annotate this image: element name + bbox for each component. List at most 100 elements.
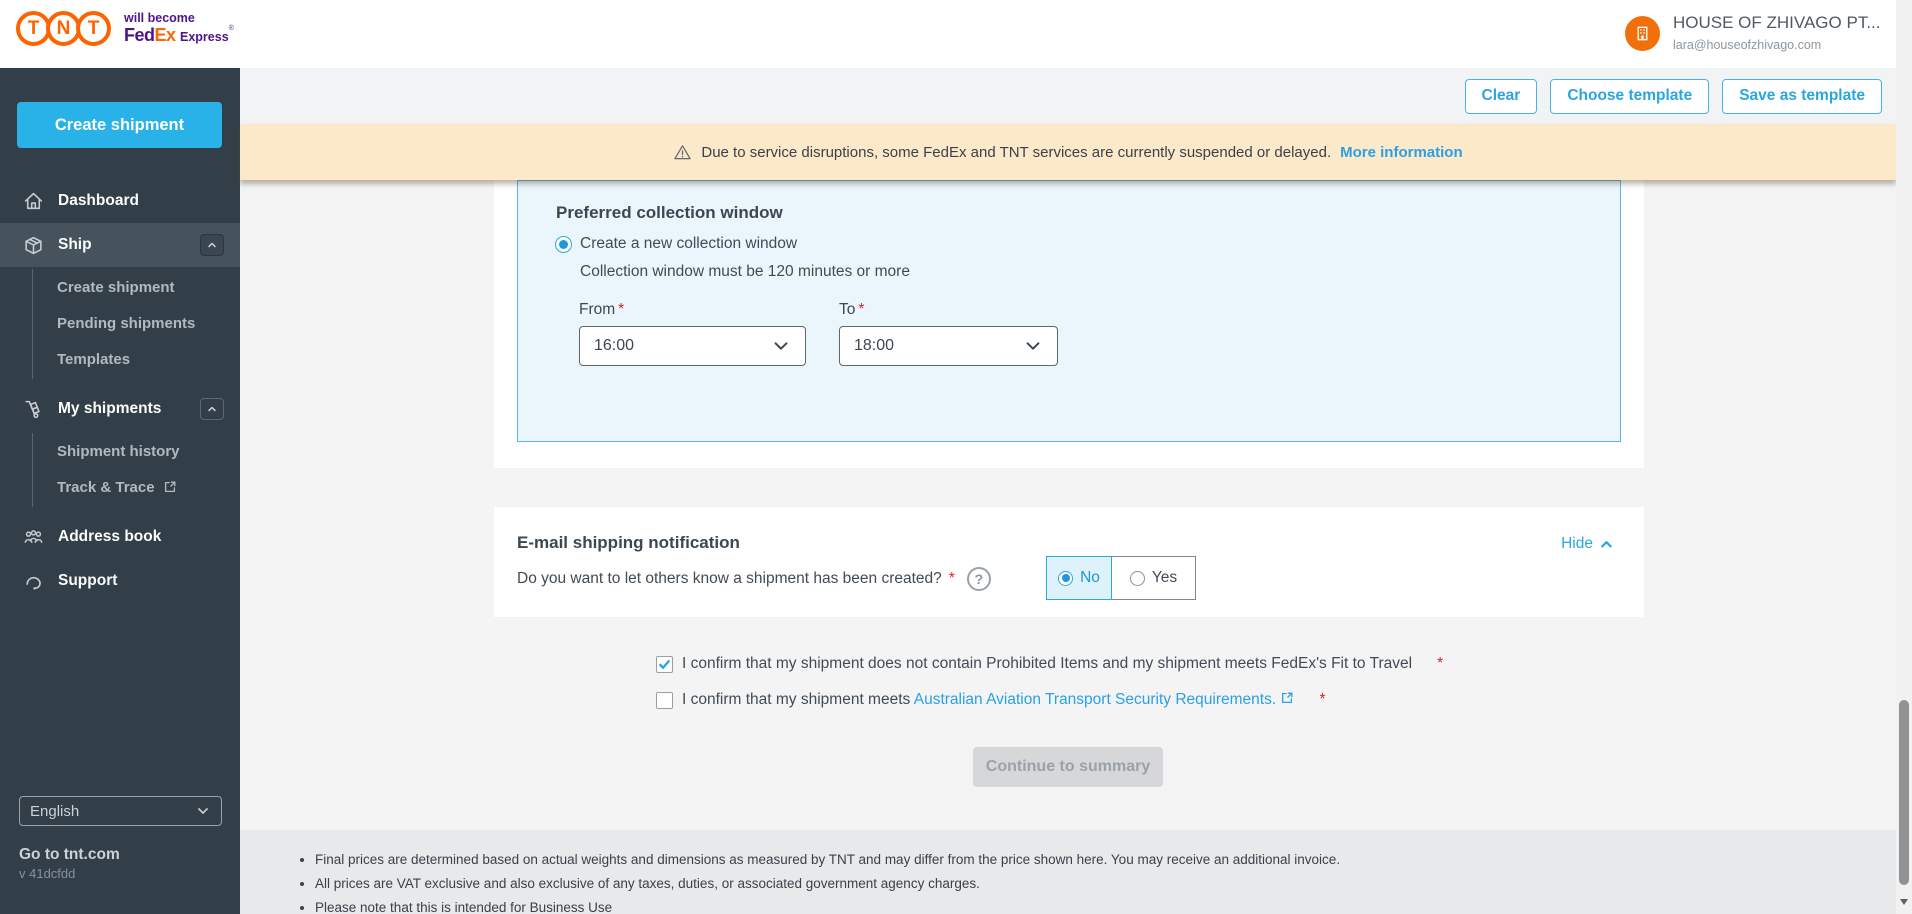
trolley-icon — [23, 399, 44, 420]
aviation-security-confirmation: I confirm that my shipment meets Austral… — [656, 691, 1326, 709]
tnt-logo-circle: T — [76, 11, 111, 46]
go-to-tnt-link[interactable]: Go to tnt.com — [19, 846, 120, 864]
headset-icon — [23, 571, 44, 592]
hide-label: Hide — [1561, 535, 1593, 553]
external-link-icon — [163, 480, 177, 494]
notify-yes-option[interactable]: Yes — [1112, 556, 1196, 600]
scroll-down-arrow[interactable] — [1900, 899, 1908, 905]
chevron-up-icon — [206, 403, 218, 415]
language-value: English — [30, 803, 79, 820]
create-shipment-button[interactable]: Create shipment — [17, 102, 222, 148]
scrollbar-thumb[interactable] — [1899, 700, 1909, 885]
app-version: v 41dcfdd — [19, 866, 75, 881]
to-label: To* — [839, 301, 864, 319]
tnt-logo[interactable]: T N T will become FedEx Express® — [16, 11, 234, 46]
sidebar-item-my-shipments[interactable]: My shipments — [0, 387, 240, 431]
hide-section-link[interactable]: Hide — [1561, 535, 1614, 553]
notify-no-option[interactable]: No — [1046, 556, 1112, 600]
fedex-ex: Ex — [155, 25, 176, 45]
to-time-value: 18:00 — [854, 337, 894, 355]
continue-to-summary-button[interactable]: Continue to summary — [973, 747, 1163, 787]
no-label: No — [1080, 569, 1100, 587]
sidebar-subitem-track-trace[interactable]: Track & Trace — [0, 469, 240, 505]
fedex-express: Express — [180, 30, 229, 44]
collapse-ship-button[interactable] — [200, 234, 224, 256]
home-icon — [23, 191, 44, 212]
from-time-value: 16:00 — [594, 337, 634, 355]
required-asterisk: * — [1319, 691, 1325, 709]
chevron-up-icon — [206, 239, 218, 251]
shipment-toolbar: Clear Choose template Save as template — [240, 68, 1896, 124]
chevron-up-icon — [1599, 537, 1614, 552]
footer-note: Final prices are determined based on act… — [315, 852, 1896, 867]
from-label: From* — [579, 301, 624, 319]
notification-question: Do you want to let others know a shipmen… — [517, 570, 942, 588]
chevron-down-icon — [771, 336, 791, 356]
collection-window-card: Preferred collection window Create a new… — [494, 180, 1644, 468]
new-collection-window-label: Create a new collection window — [580, 235, 797, 253]
prohibited-items-confirmation: I confirm that my shipment does not cont… — [656, 655, 1443, 673]
required-asterisk: * — [618, 301, 624, 318]
more-information-link[interactable]: More information — [1340, 144, 1463, 161]
fedex-fed: Fed — [124, 25, 155, 45]
chevron-down-icon — [195, 803, 211, 819]
banner-message: Due to service disruptions, some FedEx a… — [701, 144, 1331, 161]
account-email: lara@houseofzhivago.com — [1673, 38, 1881, 52]
sidebar-subitem-create-shipment[interactable]: Create shipment — [0, 269, 240, 305]
will-become-text: will become — [124, 11, 234, 25]
sidebar-item-label: Ship — [58, 236, 92, 254]
warning-icon — [673, 143, 692, 162]
package-icon — [23, 235, 44, 256]
required-asterisk: * — [949, 570, 955, 588]
sidebar-subitem-templates[interactable]: Templates — [0, 341, 240, 377]
email-notification-card: E-mail shipping notification Do you want… — [494, 507, 1644, 617]
required-asterisk: * — [858, 301, 864, 318]
check-icon — [658, 658, 671, 671]
help-icon[interactable]: ? — [967, 567, 991, 591]
yes-radio — [1130, 571, 1145, 586]
ship-subnav: Create shipment Pending shipments Templa… — [0, 267, 240, 387]
sidebar-item-ship[interactable]: Ship — [0, 223, 240, 267]
sidebar-item-dashboard[interactable]: Dashboard — [0, 179, 240, 223]
save-as-template-button[interactable]: Save as template — [1722, 79, 1882, 114]
collection-window-panel: Preferred collection window Create a new… — [517, 180, 1621, 442]
sidebar-nav: Dashboard Ship Create shipment Pending s… — [0, 179, 240, 603]
no-radio — [1058, 571, 1073, 586]
new-collection-window-radio[interactable] — [555, 236, 572, 253]
collection-window-title: Preferred collection window — [556, 203, 783, 223]
my-shipments-subnav: Shipment history Track & Trace — [0, 431, 240, 515]
chevron-down-icon — [1023, 336, 1043, 356]
clear-button[interactable]: Clear — [1465, 79, 1538, 114]
choose-template-button[interactable]: Choose template — [1550, 79, 1709, 114]
from-time-select[interactable]: 16:00 — [579, 326, 806, 366]
building-icon — [1633, 24, 1652, 43]
language-select[interactable]: English — [19, 796, 222, 826]
prohibited-items-checkbox[interactable] — [656, 656, 673, 673]
account-name: HOUSE OF ZHIVAGO PT... — [1673, 13, 1881, 33]
sidebar: Create shipment Dashboard Ship Create sh… — [0, 68, 240, 914]
fedex-wordmark: will become FedEx Express® — [124, 11, 234, 46]
external-link-icon — [1280, 691, 1294, 705]
company-avatar — [1625, 16, 1660, 51]
confirmation-label: I confirm that my shipment meets Austral… — [682, 691, 1294, 709]
footer-notes: Final prices are determined based on act… — [240, 830, 1896, 914]
to-time-select[interactable]: 18:00 — [839, 326, 1058, 366]
sidebar-item-label: Support — [58, 572, 117, 590]
notification-toggle: No Yes — [1046, 556, 1196, 600]
notification-question-row: Do you want to let others know a shipmen… — [517, 567, 991, 591]
sidebar-subitem-label: Track & Trace — [57, 479, 155, 496]
sidebar-subitem-shipment-history[interactable]: Shipment history — [0, 433, 240, 469]
sidebar-item-address-book[interactable]: Address book — [0, 515, 240, 559]
tnt-shipping-page: T N T will become FedEx Express® — [0, 0, 1912, 914]
footer-note: All prices are VAT exclusive and also ex… — [315, 876, 1896, 891]
top-header: T N T will become FedEx Express® — [0, 0, 1912, 68]
vertical-scrollbar[interactable] — [1896, 0, 1912, 914]
aviation-security-checkbox[interactable] — [656, 692, 673, 709]
sidebar-item-support[interactable]: Support — [0, 559, 240, 603]
sidebar-subitem-pending-shipments[interactable]: Pending shipments — [0, 305, 240, 341]
aviation-security-link[interactable]: Australian Aviation Transport Security R… — [914, 691, 1276, 708]
collapse-my-shipments-button[interactable] — [200, 398, 224, 420]
footer-note: Please note that this is intended for Bu… — [315, 900, 1896, 914]
account-menu[interactable]: HOUSE OF ZHIVAGO PT... lara@houseofzhiva… — [1625, 13, 1881, 52]
email-notification-title: E-mail shipping notification — [517, 533, 740, 553]
